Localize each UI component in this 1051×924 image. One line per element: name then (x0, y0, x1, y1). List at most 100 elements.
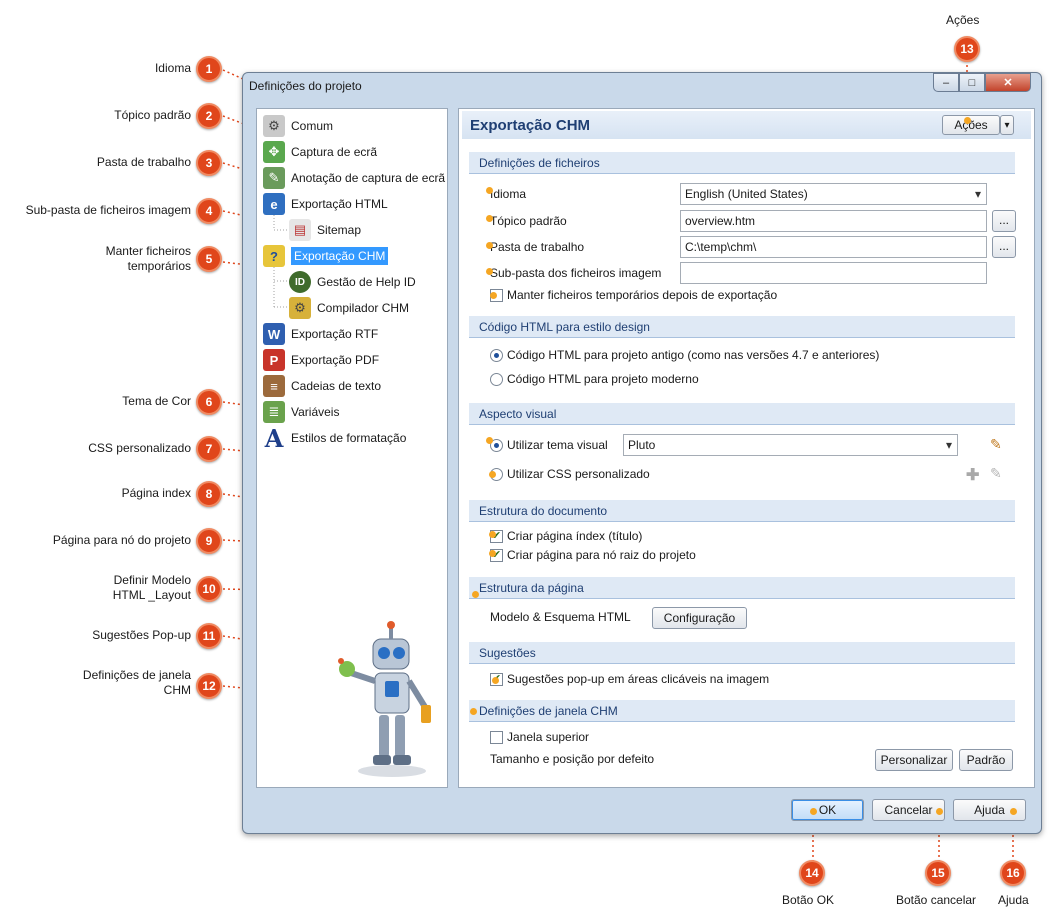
callout-badge-5: 5 (196, 246, 222, 272)
janela-label: Janela superior (507, 730, 590, 744)
callout-label-4: Sub-pasta de ficheiros imagem (25, 203, 191, 217)
personalizar-button[interactable]: Personalizar (875, 749, 953, 771)
connector-dot (486, 437, 493, 444)
tamanho-label: Tamanho e posição por defeito (490, 752, 655, 766)
callout-badge-4: 4 (196, 198, 222, 224)
connector-dot (810, 808, 817, 815)
tree-item-anotacao[interactable]: ✎ Anotação de captura de ecrã (263, 167, 445, 189)
callout-badge-1: 1 (196, 56, 222, 82)
topico-browse-button[interactable]: ... (992, 210, 1016, 232)
section-files: Definições de ficheiros (469, 152, 1015, 174)
ok-button[interactable]: OK (791, 799, 864, 821)
tree-item-captura[interactable]: ✥ Captura de ecrã (263, 141, 378, 163)
callout-badge-12: 12 (196, 673, 222, 699)
modelo-label: Modelo & Esquema HTML (490, 610, 631, 624)
manter-label: Manter ficheiros temporários depois de e… (507, 288, 778, 302)
tree-item-exportacao-chm[interactable]: ? Exportação CHM (263, 245, 389, 267)
tree-item-variaveis[interactable]: ≣ Variáveis (263, 401, 340, 423)
callout-badge-13: 13 (954, 36, 980, 62)
connector-dot (470, 708, 477, 715)
tree-item-cadeias[interactable]: ≡ Cadeias de texto (263, 375, 381, 397)
callout-label-8: Página index (121, 486, 191, 500)
topico-label: Tópico padrão (490, 214, 567, 228)
connector-dot (490, 292, 497, 299)
tree-item-estilos[interactable]: A Estilos de formatação (263, 423, 407, 453)
code-modern-radio[interactable] (490, 373, 503, 386)
callout-badge-14: 14 (799, 860, 825, 886)
html-export-icon: e (263, 193, 285, 215)
maximize-button[interactable]: □ (959, 73, 985, 92)
callout-badge-7: 7 (196, 436, 222, 462)
strings-icon: ≡ (263, 375, 285, 397)
callout-label-13: Ações (946, 13, 980, 27)
variables-icon: ≣ (263, 401, 285, 423)
tree-item-label: Exportação RTF (291, 327, 379, 341)
annotation-icon: ✎ (263, 167, 285, 189)
styles-icon: A (264, 423, 284, 453)
edit-theme-icon[interactable]: ✎ (990, 436, 1006, 452)
tree-item-comum[interactable]: ⚙ Comum (263, 115, 333, 137)
callout-label-6: Tema de Cor (122, 394, 191, 408)
settings-tree: ⚙ Comum ✥ Captura de ecrã ✎ Anotação de … (256, 108, 448, 788)
connector-dot (489, 471, 496, 478)
tree-item-label: Captura de ecrã (291, 145, 378, 159)
idioma-label: Idioma (490, 187, 527, 201)
tree-item-exportacao-html[interactable]: e Exportação HTML (263, 193, 388, 215)
add-css-icon[interactable]: ✚ (966, 465, 982, 484)
callout-badge-3: 3 (196, 150, 222, 176)
callout-badge-8: 8 (196, 481, 222, 507)
subpasta-label: Sub-pasta dos ficheiros imagem (490, 266, 662, 280)
css-label: Utilizar CSS personalizado (507, 467, 650, 481)
idioma-select[interactable]: English (United States) (680, 183, 987, 205)
section-tips: Sugestões (469, 642, 1015, 664)
tree-item-label: Estilos de formatação (291, 431, 407, 445)
code-old-radio[interactable] (490, 349, 503, 362)
tree-item-label: Gestão de Help ID (317, 275, 416, 289)
callout-label-15: Botão cancelar (896, 893, 977, 907)
tree-item-sitemap[interactable]: ▤ Sitemap (289, 219, 362, 241)
padrao-button[interactable]: Padrão (959, 749, 1013, 771)
connector-dot (489, 550, 496, 557)
janela-checkbox[interactable] (490, 731, 503, 744)
code-modern-label: Código HTML para projeto moderno (507, 372, 699, 386)
tree-item-pdf[interactable]: P Exportação PDF (263, 349, 379, 371)
cancel-button[interactable]: Cancelar (872, 799, 945, 821)
callout-label-11: Sugestões Pop-up (92, 628, 191, 642)
edit-css-icon[interactable]: ✎ (990, 465, 1006, 481)
robot-mascot-illustration (338, 621, 431, 777)
callout-badge-11: 11 (196, 623, 222, 649)
close-button[interactable]: ✕ (985, 73, 1031, 92)
chm-export-icon: ? (263, 245, 285, 267)
tema-select[interactable]: Pluto (623, 434, 958, 456)
tree-item-compilador[interactable]: ⚙ Compilador CHM (289, 297, 410, 319)
section-code: Código HTML para estilo design (469, 316, 1015, 338)
panel-title: Exportação CHM (470, 117, 591, 134)
actions-button[interactable]: Ações (942, 115, 1000, 135)
connector-dot (936, 808, 943, 815)
topico-input[interactable]: overview.htm (680, 210, 987, 232)
tree-item-label: Sitemap (317, 223, 362, 237)
callout-label-14: Botão OK (782, 893, 835, 907)
tree-item-label: Variáveis (291, 405, 340, 419)
screen-capture-icon: ✥ (263, 141, 285, 163)
connector-dot (486, 268, 493, 275)
tree-item-rtf[interactable]: W Exportação RTF (263, 323, 379, 345)
connector-dot (1010, 808, 1017, 815)
compiler-icon: ⚙ (289, 297, 311, 319)
callout-label-2: Tópico padrão (114, 108, 191, 122)
configuracao-button[interactable]: Configuração (652, 607, 747, 629)
actions-dropdown-arrow[interactable]: ▾ (1000, 115, 1014, 135)
callout-badge-16: 16 (1000, 860, 1026, 886)
callout-label-7: CSS personalizado (88, 441, 191, 455)
sitemap-icon: ▤ (289, 219, 311, 241)
tree-item-help-id[interactable]: ID Gestão de Help ID (289, 271, 416, 293)
pasta-browse-button[interactable]: ... (992, 236, 1016, 258)
subpasta-input[interactable] (680, 262, 987, 284)
minimize-button[interactable]: – (933, 73, 959, 92)
callout-label-1: Idioma (154, 61, 191, 75)
connector-dot (472, 591, 479, 598)
pasta-input[interactable]: C:\temp\chm\ (680, 236, 987, 258)
tree-item-label: Compilador CHM (317, 301, 410, 315)
callout-badge-6: 6 (196, 389, 222, 415)
help-id-icon: ID (289, 271, 311, 293)
